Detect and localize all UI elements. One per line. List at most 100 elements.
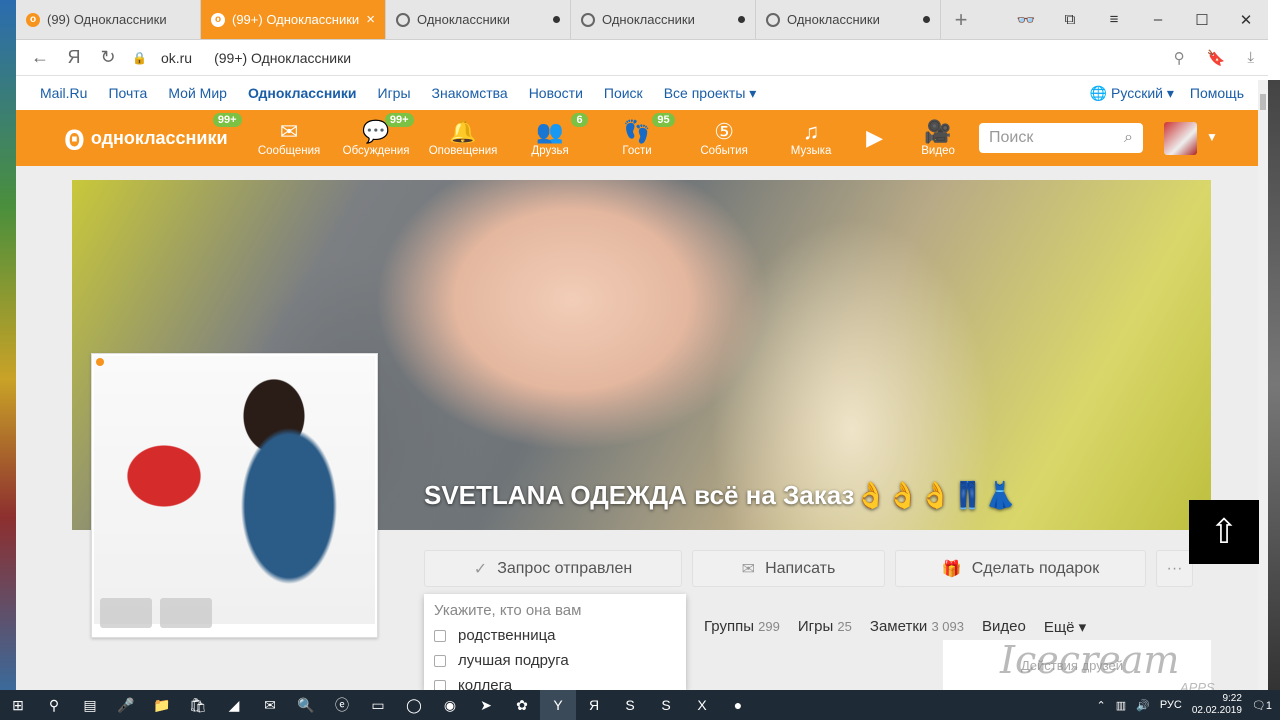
back-arrow-icon[interactable]: ←	[30, 47, 50, 68]
maximize-button[interactable]: ☐	[1180, 11, 1224, 29]
header-item-notifications[interactable]: 🔔 Оповещения	[420, 119, 507, 157]
globe-icon: 🌐	[1089, 84, 1108, 101]
taskbar-app[interactable]: 🎤	[108, 690, 144, 720]
tab-4[interactable]: Одноклассники	[571, 0, 756, 39]
reload-icon[interactable]: ↻	[98, 47, 118, 68]
volume-icon[interactable]: 🔊	[1136, 699, 1150, 712]
more-button[interactable]: ···	[1156, 550, 1193, 587]
header-search-input[interactable]: Поиск ⌕	[979, 123, 1143, 153]
subnav-notes[interactable]: Заметки 3 093	[870, 618, 964, 636]
checkbox[interactable]	[434, 654, 446, 667]
scroll-up-button[interactable]: ⇧	[1189, 500, 1259, 564]
checkbox[interactable]	[434, 629, 446, 642]
tab-2-active[interactable]: о (99+) Одноклассники ×	[201, 0, 386, 39]
subnav-video[interactable]: Видео	[982, 618, 1026, 636]
portal-nav: Mail.Ru Почта Мой Мир Одноклассники Игры…	[16, 76, 1268, 110]
checkbox[interactable]	[434, 679, 446, 690]
portal-link-myworld[interactable]: Мой Мир	[168, 85, 227, 101]
profile-photo[interactable]	[94, 356, 375, 624]
language-indicator[interactable]: РУС	[1160, 699, 1182, 711]
taskbar-app[interactable]: ◉	[432, 690, 468, 720]
taskbar-app[interactable]: S	[648, 690, 684, 720]
notification-icon[interactable]: 🗨1	[1252, 699, 1272, 712]
taskbar-app[interactable]: ◢	[216, 690, 252, 720]
subnav-games[interactable]: Игры 25	[798, 618, 852, 636]
header-item-label: Видео	[921, 145, 955, 157]
subnav-groups[interactable]: Группы 299	[704, 618, 780, 636]
search-icon[interactable]: ⌕	[1124, 129, 1133, 147]
tab-1[interactable]: о (99) Одноклассники	[16, 0, 201, 39]
portal-link-news[interactable]: Новости	[529, 85, 583, 101]
taskbar-app[interactable]: ➤	[468, 690, 504, 720]
close-tab-icon[interactable]: ×	[366, 11, 375, 28]
header-item-events[interactable]: ⑤ События	[681, 119, 768, 157]
new-tab-button[interactable]: +	[941, 0, 981, 39]
minimize-button[interactable]: –	[1136, 11, 1180, 28]
language-select[interactable]: 🌐 Русский ▾	[1090, 85, 1174, 102]
lock-icon[interactable]: 🔒	[132, 51, 147, 65]
header-item-music[interactable]: ♫ Музыка	[768, 119, 855, 157]
help-link[interactable]: Помощь	[1190, 85, 1244, 101]
network-icon[interactable]: ▥	[1116, 699, 1126, 712]
task-view-button[interactable]: ▤	[72, 690, 108, 720]
user-avatar[interactable]	[1164, 122, 1197, 155]
taskbar-app[interactable]: X	[684, 690, 720, 720]
taskbar-app[interactable]: ◯	[396, 690, 432, 720]
bookmark-icon[interactable]: 🔖	[1207, 49, 1226, 67]
chevron-up-icon[interactable]: ⌃	[1096, 699, 1105, 712]
download-icon[interactable]: ⤓	[1247, 49, 1254, 67]
clock-date: 02.02.2019	[1191, 705, 1242, 716]
url-text[interactable]: ok.ru	[161, 50, 192, 66]
bookmarks-icon[interactable]: ⧉	[1048, 11, 1092, 28]
chevron-down-icon[interactable]: ▼	[1206, 130, 1218, 144]
write-message-button[interactable]: ✉ Написать	[692, 550, 885, 587]
portal-link-ok[interactable]: Одноклассники	[248, 85, 357, 101]
taskbar-app[interactable]: 🛍	[180, 690, 216, 720]
header-item-friends[interactable]: 👥 Друзья 6	[507, 113, 594, 157]
taskbar-app[interactable]: Я	[576, 690, 612, 720]
header-item-discussions[interactable]: 💬 Обсуждения 99+	[333, 113, 420, 157]
taskbar-app[interactable]: ✉	[252, 690, 288, 720]
portal-link-dating[interactable]: Знакомства	[432, 85, 508, 101]
yandex-icon[interactable]: Я	[64, 47, 84, 68]
ok-logo[interactable]: ꙩ одноклассники 99+	[64, 113, 242, 155]
taskbar-app[interactable]: ✿	[504, 690, 540, 720]
subnav-more[interactable]: Ещё ▾	[1044, 618, 1086, 636]
photo-comment-button[interactable]	[100, 598, 152, 628]
taskbar-app[interactable]: S	[612, 690, 648, 720]
portal-link-all-projects[interactable]: Все проекты ▾	[664, 85, 757, 102]
relation-option[interactable]: родственница	[434, 627, 676, 644]
relation-option[interactable]: коллега	[434, 677, 676, 690]
glasses-icon[interactable]: 👓	[1004, 11, 1048, 29]
make-gift-button[interactable]: 🎁 Сделать подарок	[895, 550, 1146, 587]
close-window-button[interactable]: ✕	[1224, 11, 1268, 29]
tab-5[interactable]: Одноклассники	[756, 0, 941, 39]
page-scrollbar[interactable]	[1258, 80, 1268, 690]
header-item-video[interactable]: 🎥 Видео	[895, 119, 982, 157]
tab-3[interactable]: Одноклассники	[386, 0, 571, 39]
taskbar-app[interactable]: ●	[720, 690, 756, 720]
taskbar-app-yandex-browser[interactable]: Y	[540, 690, 576, 720]
friends-icon: 👥	[536, 119, 564, 144]
portal-link-games[interactable]: Игры	[378, 85, 411, 101]
portal-link-mail[interactable]: Почта	[108, 85, 147, 101]
profile-avatar-card[interactable]	[91, 353, 378, 638]
header-item-guests[interactable]: 👣 Гости 95	[594, 113, 681, 157]
play-button[interactable]: ▶	[855, 125, 895, 151]
taskbar-app[interactable]: 📁	[144, 690, 180, 720]
clock[interactable]: 9:22 02.02.2019	[1192, 693, 1242, 717]
translate-icon[interactable]: ⚲	[1174, 49, 1185, 67]
menu-icon[interactable]: ≡	[1092, 11, 1136, 28]
start-button[interactable]: ⊞	[0, 690, 36, 720]
request-sent-button[interactable]: ✓ Запрос отправлен	[424, 550, 682, 587]
header-item-messages[interactable]: ✉ Сообщения	[246, 119, 333, 157]
portal-link-search[interactable]: Поиск	[604, 85, 643, 101]
taskbar-app[interactable]: ⓔ	[324, 690, 360, 720]
portal-link-mailru[interactable]: Mail.Ru	[40, 85, 87, 101]
scrollbar-thumb[interactable]	[1260, 94, 1266, 110]
relation-option[interactable]: лучшая подруга	[434, 652, 676, 669]
search-button[interactable]: ⚲	[36, 690, 72, 720]
taskbar-app[interactable]: 🔍	[288, 690, 324, 720]
taskbar-app[interactable]: ▭	[360, 690, 396, 720]
photo-class-button[interactable]	[160, 598, 212, 628]
